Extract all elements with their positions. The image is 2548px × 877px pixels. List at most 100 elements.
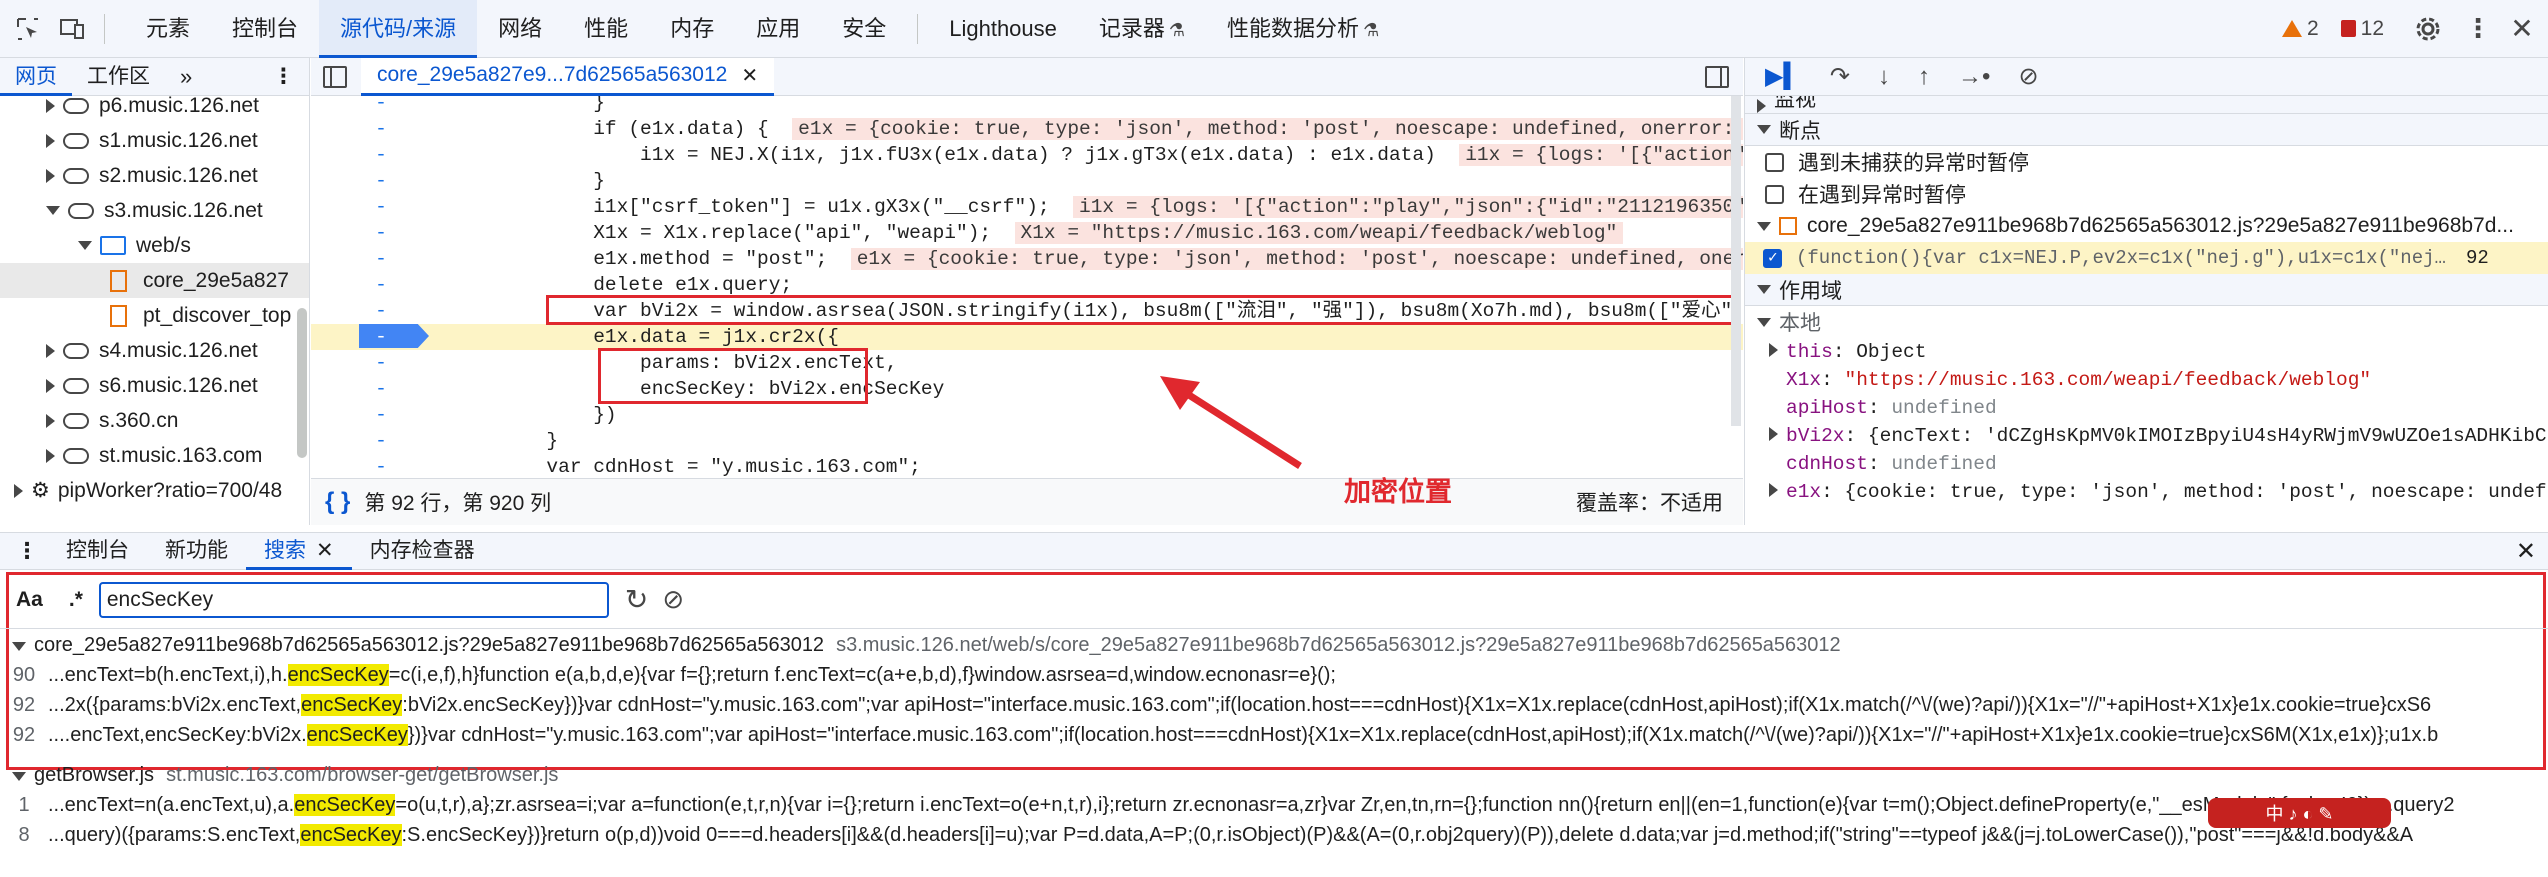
collapse-chevron-icon[interactable]	[12, 772, 26, 781]
line-gutter[interactable]: -	[361, 142, 401, 168]
tree-item[interactable]: s6.music.126.net	[0, 368, 309, 403]
pause-uncaught-row[interactable]: 遇到未捕获的异常时暂停	[1745, 146, 2548, 178]
more-options-icon[interactable]: ⋮	[2456, 7, 2500, 51]
pretty-print-icon[interactable]: { }	[325, 488, 350, 516]
scope-variable[interactable]: bVi2x: {encText: 'dCZgHsKpMV0kIMOIzBpyiU…	[1769, 422, 2548, 450]
tree-item[interactable]: s4.music.126.net	[0, 333, 309, 368]
search-result-match[interactable]: 8 ...query)({params:S.encText,encSecKey:S…	[0, 820, 2548, 850]
code-line[interactable]: - params: bVi2x.encText,	[311, 350, 1743, 376]
local-scope-header[interactable]: 本地	[1745, 306, 2548, 338]
expand-chevron-icon[interactable]	[14, 483, 23, 498]
settings-gear-icon[interactable]	[2406, 7, 2450, 51]
code-line[interactable]: - encSecKey: bVi2x.encSecKey	[311, 376, 1743, 402]
line-gutter[interactable]: -	[361, 116, 401, 142]
code-line[interactable]: - i1x["csrf_token"] = u1x.gX3x("__csrf")…	[311, 194, 1743, 220]
drawer-menu-icon[interactable]: ⋮	[16, 538, 38, 564]
inspect-element-icon[interactable]	[6, 7, 50, 51]
deactivate-breakpoints-icon[interactable]: ⊘	[2018, 62, 2038, 91]
warnings-badge[interactable]: 2	[2281, 17, 2319, 41]
code-line[interactable]: - if (e1x.data) { e1x = {cookie: true, t…	[311, 116, 1743, 142]
scope-variable[interactable]: cdnHost: undefined	[1769, 450, 2548, 478]
clear-search-icon[interactable]: ⊘	[662, 584, 684, 615]
code-line[interactable]: - }	[311, 428, 1743, 454]
close-tab-icon[interactable]: ✕	[316, 539, 334, 562]
step-over-icon[interactable]: ↷	[1830, 62, 1850, 91]
scope-variable[interactable]: X1x: "https://music.163.com/weapi/feedba…	[1769, 366, 2548, 394]
close-devtools-icon[interactable]: ✕	[2500, 7, 2544, 51]
match-case-toggle[interactable]: Aa	[16, 588, 43, 612]
tree-item[interactable]: web/s	[0, 228, 309, 263]
tab-elements[interactable]: 元素	[125, 0, 211, 58]
tree-item[interactable]: s1.music.126.net	[0, 123, 309, 158]
code-line[interactable]: - }	[311, 168, 1743, 194]
code-line[interactable]: - }	[311, 96, 1743, 116]
paused-code-line[interactable]: - e1x.data = j1x.cr2x({	[311, 324, 1743, 350]
drawer-tab-search[interactable]: 搜索 ✕	[246, 532, 352, 570]
pause-caught-checkbox[interactable]	[1765, 184, 1784, 204]
tree-item[interactable]: ⚙ pipWorker?ratio=700/48	[0, 473, 309, 508]
tree-item[interactable]: p6.music.126.net	[0, 88, 309, 123]
browser-extension-strip[interactable]: 中 ♪ ◐ ✎	[2208, 798, 2391, 828]
scope-variable[interactable]: this: Object	[1769, 338, 2548, 366]
search-input[interactable]	[98, 581, 609, 618]
scope-section-header[interactable]: 作用域	[1745, 274, 2548, 306]
tree-item[interactable]: core_29e5a827	[0, 263, 309, 298]
breakpoint-entry[interactable]: ✓ (function(){var c1x=NEJ.P,ev2x=c1x("ne…	[1745, 242, 2548, 274]
expand-chevron-icon[interactable]	[1769, 343, 1778, 357]
search-result-file[interactable]: core_29e5a827e911be968b7d62565a563012.js…	[0, 630, 2548, 660]
code-line[interactable]: - X1x = X1x.replace("api", "weapi"); X1x…	[311, 220, 1743, 246]
tree-item[interactable]: s.360.cn	[0, 403, 309, 438]
breakpoint-enabled-checkbox[interactable]: ✓	[1763, 248, 1782, 268]
code-line[interactable]: - i1x = NEJ.X(i1x, j1x.fU3x(e1x.data) ? …	[311, 142, 1743, 168]
toggle-navigator-icon[interactable]	[323, 66, 347, 88]
step-icon[interactable]: →•	[1958, 63, 1990, 91]
code-line[interactable]: - var cdnHost = "y.music.163.com";	[311, 454, 1743, 478]
collapse-chevron-icon[interactable]	[46, 206, 60, 215]
code-view[interactable]: - } - if (e1x.data) { e1x = {cookie: tru…	[311, 96, 1743, 478]
pause-uncaught-checkbox[interactable]	[1765, 152, 1784, 172]
scope-variable[interactable]: e1x: {cookie: true, type: 'json', method…	[1769, 478, 2548, 506]
watch-section-header[interactable]: 监视	[1745, 96, 2548, 114]
toggle-debugger-icon[interactable]	[1705, 66, 1729, 88]
tab-console[interactable]: 控制台	[211, 0, 319, 58]
device-toolbar-icon[interactable]	[50, 7, 94, 51]
breakpoints-section-header[interactable]: 断点	[1745, 114, 2548, 146]
close-tab-icon[interactable]: ✕	[741, 63, 758, 88]
resume-icon[interactable]: ▶▍	[1765, 62, 1802, 91]
line-gutter[interactable]: -	[361, 168, 401, 194]
tab-performance-insights[interactable]: 性能数据分析 ⚗	[1206, 0, 1400, 58]
code-line[interactable]: - e1x.method = "post"; e1x = {cookie: tr…	[311, 246, 1743, 272]
search-result-match[interactable]: 92 ....encText,encSecKey:bVi2x.encSecKey}…	[0, 720, 2548, 750]
tab-application[interactable]: 应用	[735, 0, 821, 58]
breakpoint-file-row[interactable]: core_29e5a827e911be968b7d62565a563012.js…	[1745, 210, 2548, 242]
navigator-scrollbar[interactable]	[297, 308, 307, 458]
search-result-file[interactable]: getBrowser.js st.music.163.com/browser-ge…	[0, 760, 2548, 790]
errors-badge[interactable]: 12	[2340, 17, 2384, 41]
step-out-icon[interactable]: ↑	[1918, 63, 1930, 91]
step-into-icon[interactable]: ↓	[1878, 63, 1890, 91]
pause-caught-row[interactable]: 在遇到异常时暂停	[1745, 178, 2548, 210]
editor-scrollbar[interactable]	[1731, 96, 1741, 426]
coverage-status[interactable]: 覆盖率：不适用	[1576, 487, 1723, 517]
tree-item[interactable]: s3.music.126.net	[0, 193, 309, 228]
drawer-tab-console[interactable]: 控制台	[48, 532, 147, 570]
expand-chevron-icon[interactable]	[46, 168, 55, 183]
expand-chevron-icon[interactable]	[46, 98, 55, 113]
tab-sources[interactable]: 源代码/来源	[319, 0, 478, 58]
tab-security[interactable]: 安全	[821, 0, 907, 58]
line-gutter[interactable]: -	[361, 350, 401, 376]
line-gutter[interactable]: -	[361, 402, 401, 428]
line-gutter[interactable]: -	[361, 96, 401, 116]
drawer-tab-memory-inspector[interactable]: 内存检查器	[352, 532, 493, 570]
line-gutter[interactable]: -	[361, 246, 401, 272]
expand-chevron-icon[interactable]	[1769, 427, 1778, 441]
expand-chevron-icon[interactable]	[46, 413, 55, 428]
tree-item[interactable]: s2.music.126.net	[0, 158, 309, 193]
regex-toggle[interactable]: .*	[69, 588, 83, 612]
tab-lighthouse[interactable]: Lighthouse	[928, 0, 1078, 58]
line-gutter[interactable]: -	[361, 428, 401, 454]
expand-chevron-icon[interactable]	[46, 448, 55, 463]
tab-performance[interactable]: 性能	[563, 0, 649, 58]
drawer-tab-whats-new[interactable]: 新功能	[147, 532, 246, 570]
line-gutter[interactable]: -	[361, 324, 401, 350]
